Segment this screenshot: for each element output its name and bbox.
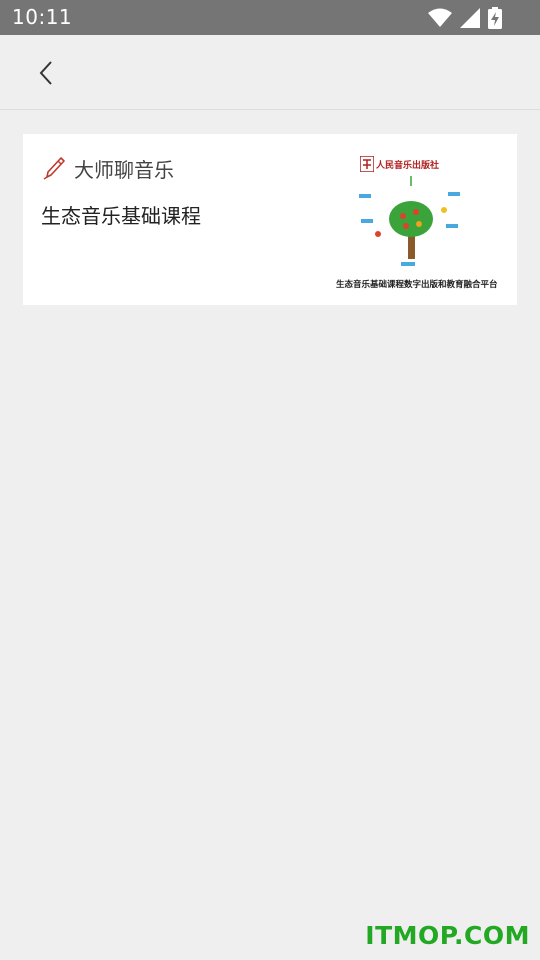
course-card[interactable]: 大师聊音乐 生态音乐基础课程 人民音乐出版社 生态音乐基础课程数字出版和教育融合… xyxy=(23,134,517,305)
status-time: 10:11 xyxy=(12,5,73,29)
battery-charging-icon xyxy=(488,7,502,29)
pen-icon xyxy=(43,157,65,180)
chevron-left-icon xyxy=(39,61,52,85)
tree-illustration xyxy=(359,176,460,266)
course-thumbnail: 人民音乐出版社 生态音乐基础课程数字出版和教育融合平台 xyxy=(336,152,498,294)
status-bar: 10:11 xyxy=(0,0,540,35)
publisher-logo-icon xyxy=(360,156,374,172)
wifi-icon xyxy=(428,8,452,27)
course-title: 生态音乐基础课程 xyxy=(41,204,201,228)
publisher-name: 人民音乐出版社 xyxy=(376,161,440,171)
back-button[interactable] xyxy=(26,53,66,93)
thumbnail-caption: 生态音乐基础课程数字出版和教育融合平台 xyxy=(336,280,498,290)
watermark: ITMOP.COM xyxy=(365,921,530,950)
app-bar xyxy=(0,35,540,110)
status-icons xyxy=(428,7,502,29)
cell-signal-icon xyxy=(460,8,480,28)
category-label: 大师聊音乐 xyxy=(74,158,174,182)
